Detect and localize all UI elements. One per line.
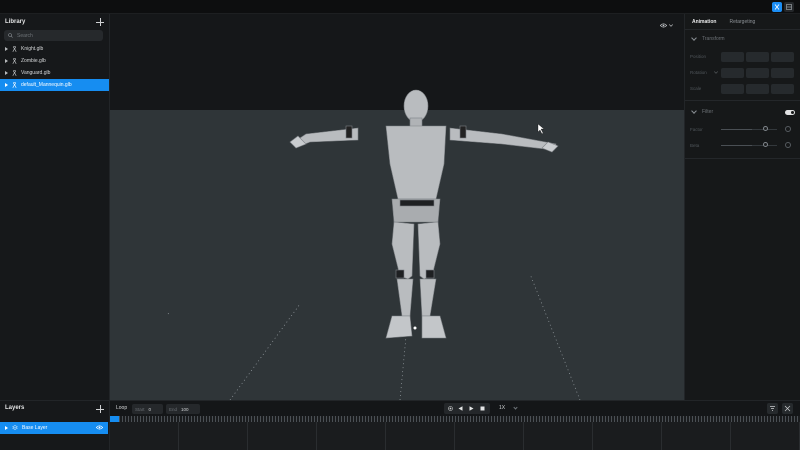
collapse-icon: [784, 405, 791, 412]
eye-icon[interactable]: [96, 425, 103, 430]
tab-retargeting[interactable]: Retargeting: [729, 19, 755, 25]
rotation-x-field[interactable]: [721, 68, 744, 78]
library-item-default-mannequin[interactable]: default_Mannequin.glb: [0, 79, 109, 91]
character-icon: [12, 70, 17, 76]
scale-label: Scale: [690, 86, 702, 91]
add-asset-icon[interactable]: [96, 18, 104, 26]
play-reverse-icon[interactable]: [458, 406, 463, 411]
scale-x-field[interactable]: [721, 84, 744, 94]
expand-caret-icon[interactable]: [5, 59, 8, 63]
reset-icon[interactable]: [785, 142, 791, 148]
library-item-label: Knight.glb: [21, 46, 44, 52]
library-item-label: Vanguard.glb: [21, 70, 51, 76]
factor-slider-track[interactable]: [721, 129, 752, 130]
scene-render: [167, 89, 581, 400]
end-field[interactable]: End 100: [166, 404, 200, 414]
layout-icon: [774, 4, 780, 10]
chevron-down-icon[interactable]: [513, 405, 518, 410]
library-item-zombie[interactable]: Zombie.glb: [0, 55, 110, 67]
factor-label: Factor: [690, 127, 703, 132]
character-icon: [12, 58, 17, 64]
library-item-knight[interactable]: Knight.glb: [0, 43, 110, 55]
divider: [685, 158, 800, 159]
filter-toggle[interactable]: [785, 110, 795, 115]
search-box[interactable]: [4, 30, 103, 41]
start-label: Start: [135, 406, 145, 412]
tab-animation[interactable]: Animation: [692, 19, 716, 25]
beta-slider-handle[interactable]: [763, 142, 768, 147]
position-label: Position: [690, 54, 707, 59]
end-value: 100: [181, 406, 189, 412]
library-title: Library: [5, 19, 26, 25]
timeline-options-button[interactable]: [782, 403, 793, 414]
reset-icon[interactable]: [785, 126, 791, 132]
search-icon: [8, 33, 13, 38]
position-y-field[interactable]: [746, 52, 769, 62]
layers-title: Layers: [5, 405, 25, 411]
library-panel: Library Knight.glb Zombie.glb Vanguard.g…: [0, 14, 110, 400]
end-label: End: [169, 406, 178, 412]
add-layer-icon[interactable]: [96, 405, 104, 413]
search-input[interactable]: [17, 32, 97, 39]
play-icon[interactable]: [469, 406, 474, 411]
chevron-down-icon[interactable]: [714, 71, 718, 74]
3d-viewport[interactable]: [110, 14, 684, 400]
character-icon: [12, 46, 17, 52]
timeline-track[interactable]: [110, 422, 800, 450]
scale-z-field[interactable]: [771, 84, 794, 94]
top-bar: [0, 0, 800, 14]
filter-title: Filter: [702, 109, 714, 115]
transport-controls: [444, 403, 490, 414]
transform-section-header[interactable]: Transform: [685, 34, 800, 44]
divider: [685, 100, 800, 101]
library-item-label: Zombie.glb: [21, 58, 46, 64]
origin-marker: [413, 326, 417, 330]
layers-panel: Layers Base Layer: [0, 400, 110, 450]
rotation-z-field[interactable]: [771, 68, 794, 78]
library-item-vanguard[interactable]: Vanguard.glb: [0, 67, 110, 79]
timeline-panel: Loop Start 0 End 100 1X: [110, 400, 800, 450]
chevron-down-icon: [691, 35, 697, 41]
layer-label: Base Layer: [22, 425, 48, 431]
chevron-down-icon: [691, 108, 697, 114]
keyframe-filter-button[interactable]: [767, 403, 778, 414]
rotation-y-field[interactable]: [746, 68, 769, 78]
position-z-field[interactable]: [771, 52, 794, 62]
expand-caret-icon[interactable]: [5, 47, 8, 51]
filter-section-header[interactable]: Filter: [685, 107, 800, 117]
mannequin-model: [289, 89, 559, 339]
panel-toggle-button[interactable]: [784, 2, 794, 12]
scale-y-field[interactable]: [746, 84, 769, 94]
start-field[interactable]: Start 0: [132, 404, 163, 414]
factor-slider-handle[interactable]: [763, 126, 768, 131]
expand-caret-icon[interactable]: [5, 71, 8, 75]
beta-label: Beta: [690, 143, 700, 148]
start-value: 0: [148, 406, 152, 412]
rotation-label: Rotation: [690, 70, 707, 75]
grid-guides: [167, 273, 581, 400]
panel-icon: [786, 4, 792, 10]
record-icon[interactable]: [448, 406, 453, 411]
expand-caret-icon[interactable]: [5, 426, 8, 430]
filter-icon: [770, 406, 775, 411]
layout-toggle-button[interactable]: [772, 2, 782, 12]
layers-icon: [12, 425, 18, 430]
position-x-field[interactable]: [721, 52, 744, 62]
beta-slider-track[interactable]: [721, 145, 752, 146]
library-item-label: default_Mannequin.glb: [21, 82, 72, 88]
divider: [685, 29, 800, 30]
layer-row-base[interactable]: Base Layer: [0, 422, 108, 434]
mouse-cursor-icon: [537, 123, 545, 135]
playback-speed[interactable]: 1X: [499, 405, 505, 411]
character-icon: [12, 82, 17, 88]
inspector-panel: Animation Retargeting Transform Position…: [684, 14, 800, 400]
transform-title: Transform: [702, 36, 725, 42]
expand-caret-icon[interactable]: [5, 83, 8, 87]
stop-icon[interactable]: [480, 406, 485, 411]
inspector-tabs: Animation Retargeting: [685, 14, 800, 29]
loop-label[interactable]: Loop: [116, 405, 127, 411]
library-list: Knight.glb Zombie.glb Vanguard.glb defau…: [0, 43, 110, 91]
